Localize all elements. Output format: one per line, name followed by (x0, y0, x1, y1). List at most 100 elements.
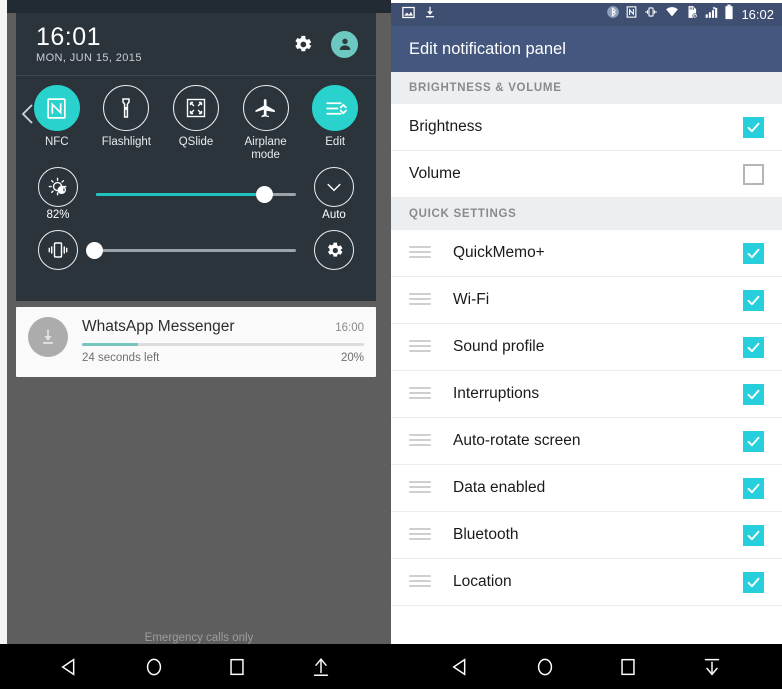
airplane-icon (242, 85, 289, 131)
toggle-flashlight[interactable]: Flashlight (93, 85, 159, 162)
volume-slider-row (16, 222, 376, 278)
checkbox-bluetooth[interactable] (743, 524, 764, 546)
brightness-slider[interactable] (86, 174, 306, 214)
download-icon (423, 5, 437, 24)
home-button[interactable] (137, 650, 171, 684)
brightness-fill (96, 193, 268, 196)
checkbox-interruptions[interactable] (743, 383, 764, 405)
qslide-icon (172, 85, 219, 131)
auto-brightness-button[interactable]: Auto (306, 167, 362, 221)
gear-circle-icon (314, 230, 354, 270)
list-item-quickmemo[interactable]: QuickMemo+ (391, 230, 782, 277)
quick-toggle-row: NFC Flashlight QSlide Airplane mode Edit (16, 76, 376, 166)
status-bar-time: 16:02 (741, 7, 774, 22)
list-item-volume[interactable]: Volume (391, 151, 782, 198)
status-bar: 16:02 (391, 0, 782, 26)
nfc-icon (33, 85, 80, 131)
left-edge-strip (0, 0, 7, 644)
dual-screenshot-container: 16:01 MON, JUN 15, 2015 NFC Flashlight Q… (0, 0, 782, 689)
download-icon (28, 317, 68, 357)
notification-time: 16:00 (335, 322, 364, 334)
vibrate-icon (38, 230, 78, 270)
checkbox-quickmemo[interactable] (743, 242, 764, 264)
volume-track (96, 249, 296, 252)
checkbox-sound-profile[interactable] (743, 336, 764, 358)
brightness-control[interactable]: 82% (30, 167, 86, 221)
toggle-airplane-mode[interactable]: Airplane mode (233, 85, 299, 162)
section-header-brightness-volume: BRIGHTNESS & VOLUME (391, 72, 782, 104)
list-item-label: Location (453, 573, 512, 590)
list-item-wifi[interactable]: Wi-Fi (391, 277, 782, 324)
right-navigation-bar (391, 644, 782, 689)
list-item-sound-profile[interactable]: Sound profile (391, 324, 782, 371)
brightness-knob[interactable] (255, 186, 273, 203)
list-item-data-enabled[interactable]: Data enabled (391, 465, 782, 512)
recents-button[interactable] (220, 650, 254, 684)
section-header-label: QUICK SETTINGS (409, 208, 517, 220)
section-header-label: BRIGHTNESS & VOLUME (409, 82, 562, 94)
checkbox-brightness[interactable] (743, 116, 764, 138)
volume-knob[interactable] (86, 242, 103, 259)
list-item-location[interactable]: Location (391, 559, 782, 606)
home-button[interactable] (528, 650, 562, 684)
recents-button[interactable] (611, 650, 645, 684)
checkbox-auto-rotate-screen[interactable] (743, 430, 764, 452)
notification-card[interactable]: WhatsApp Messenger 16:00 24 seconds left… (16, 307, 376, 377)
drag-handle-icon[interactable] (409, 245, 453, 261)
list-item-label: Sound profile (453, 338, 545, 355)
drag-handle-icon[interactable] (409, 433, 453, 449)
list-item-brightness[interactable]: Brightness (391, 104, 782, 151)
page-title: Edit notification panel (409, 39, 566, 58)
toggle-airplane-mode-label: Airplane mode (244, 136, 287, 161)
drag-handle-icon[interactable] (409, 386, 453, 402)
notification-expand-button[interactable] (304, 650, 338, 684)
list-item-label: Bluetooth (453, 526, 519, 543)
brightness-icon (38, 167, 78, 207)
edit-list-icon (312, 85, 359, 131)
notification-status-row: 24 seconds left 20% (82, 352, 364, 364)
auto-brightness-label: Auto (322, 209, 346, 221)
checkbox-data-enabled[interactable] (743, 477, 764, 499)
list-item-label: Wi-Fi (453, 291, 490, 308)
list-item-interruptions[interactable]: Interruptions (391, 371, 782, 418)
list-item-label: Brightness (409, 118, 483, 135)
sdcard-off-icon (685, 5, 699, 24)
back-button[interactable] (53, 650, 87, 684)
gear-icon[interactable] (291, 33, 314, 56)
list-item-bluetooth[interactable]: Bluetooth (391, 512, 782, 559)
quick-settings-header: 16:01 MON, JUN 15, 2015 (16, 13, 376, 75)
toggle-qslide-label: QSlide (178, 136, 214, 148)
toggle-edit[interactable]: Edit (302, 85, 368, 162)
left-navigation-bar (0, 644, 391, 689)
toggle-qslide[interactable]: QSlide (163, 85, 229, 162)
drag-handle-icon[interactable] (409, 339, 453, 355)
clock-time: 16:01 (36, 22, 102, 51)
list-item-auto-rotate-screen[interactable]: Auto-rotate screen (391, 418, 782, 465)
checkbox-wifi[interactable] (743, 289, 764, 311)
notification-progress-label: 20% (340, 352, 364, 364)
checkbox-volume[interactable] (743, 163, 764, 185)
list-item-label: Volume (409, 165, 461, 182)
drag-handle-icon[interactable] (409, 527, 453, 543)
list-item-label: Auto-rotate screen (453, 432, 581, 449)
sound-settings-button[interactable] (306, 230, 362, 270)
back-button[interactable] (444, 650, 478, 684)
notification-collapse-button[interactable] (695, 650, 729, 684)
volume-slider[interactable] (86, 230, 306, 270)
carrier-status-text: Emergency calls only (144, 632, 254, 644)
user-avatar-icon[interactable] (331, 30, 358, 58)
status-bar-left-icons (401, 5, 606, 25)
drag-handle-icon[interactable] (409, 574, 453, 590)
notification-app-name: WhatsApp Messenger (82, 318, 235, 335)
clock-block[interactable]: 16:01 MON, JUN 15, 2015 (36, 23, 291, 66)
toggle-flashlight-label: Flashlight (101, 136, 151, 148)
vibrate-mode-button[interactable] (30, 230, 86, 270)
toggle-edit-label: Edit (325, 136, 346, 148)
notification-progress-fill (82, 343, 139, 346)
notification-status-text: 24 seconds left (82, 352, 160, 364)
drag-handle-icon[interactable] (409, 292, 453, 308)
drag-handle-icon[interactable] (409, 480, 453, 496)
chevron-left-icon[interactable] (20, 102, 34, 124)
checkbox-location[interactable] (743, 571, 764, 593)
list-item-label: Interruptions (453, 385, 540, 402)
